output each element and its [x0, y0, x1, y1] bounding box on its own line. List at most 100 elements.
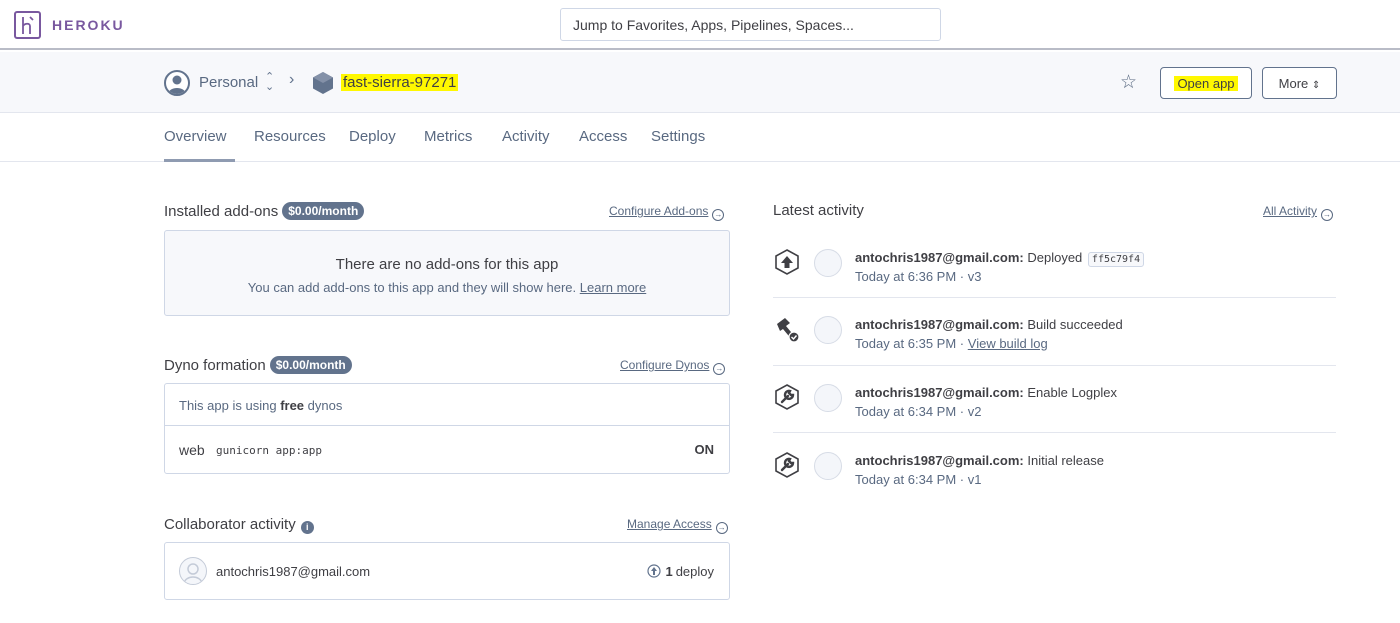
activity-text: antochris1987@gmail.com: Deployed ff5c79… [855, 250, 1145, 267]
avatar [179, 557, 207, 585]
dyno-usage-suffix: dynos [307, 398, 343, 413]
top-navbar: HEROKU [0, 0, 1400, 50]
release-icon [775, 384, 799, 410]
tab-deploy[interactable]: Deploy [349, 128, 396, 145]
dynos-price-badge: $0.00/month [269, 356, 352, 374]
configure-addons-link[interactable]: Configure Add-ons → [609, 204, 725, 221]
activity-text: antochris1987@gmail.com: Initial release [855, 453, 1104, 468]
activity-text: antochris1987@gmail.com: Build succeeded [855, 317, 1123, 332]
configure-dynos-link[interactable]: Configure Dynos → [620, 358, 726, 375]
collaborator-deploys: 1 deploy [647, 564, 714, 579]
dyno-usage-prefix: This app is using [179, 398, 277, 413]
collaborator-row: antochris1987@gmail.com 1 deploy [164, 542, 730, 600]
manage-access-label: Manage Access [627, 517, 712, 531]
tab-activity[interactable]: Activity [502, 128, 550, 145]
tab-metrics[interactable]: Metrics [424, 128, 472, 145]
deploy-count: 1 [665, 564, 673, 579]
favorite-star-icon[interactable]: ☆ [1120, 71, 1137, 94]
arrow-right-circle-icon: → [1321, 209, 1334, 221]
active-tab-indicator [164, 159, 235, 162]
addons-price-badge: $0.00/month [282, 202, 365, 220]
open-app-button[interactable]: Open app [1160, 67, 1252, 99]
more-label: More [1278, 75, 1309, 91]
addons-section-title: Installed add-ons $0.00/month [164, 202, 365, 220]
activity-text: antochris1987@gmail.com: Enable Logplex [855, 385, 1117, 400]
release-icon [775, 452, 799, 478]
activity-user: antochris1987@gmail.com: [855, 385, 1024, 400]
activity-timestamp: Today at 6:34 PM [855, 472, 957, 487]
all-activity-link[interactable]: All Activity → [1263, 204, 1334, 221]
space-switcher-label[interactable]: Personal [199, 74, 258, 91]
search-input[interactable] [560, 8, 941, 41]
activity-item: antochris1987@gmail.com: Deployed ff5c79… [773, 248, 1336, 298]
learn-more-link[interactable]: Learn more [580, 280, 646, 295]
chevron-updown-icon: ⇕ [1311, 79, 1321, 91]
more-button[interactable]: More ⇕ [1262, 67, 1337, 99]
addons-empty-subtitle: You can add add-ons to this app and they… [165, 280, 729, 295]
addons-title: Installed add-ons [164, 203, 279, 220]
all-activity-label: All Activity [1263, 204, 1318, 218]
activity-action: Initial release [1027, 453, 1104, 468]
deploy-label: deploy [675, 564, 714, 579]
activity-timestamp: Today at 6:35 PM [855, 336, 957, 351]
personal-avatar-icon [164, 70, 190, 96]
manage-access-link[interactable]: Manage Access → [627, 517, 728, 534]
dyno-formation-box: This app is using free dynos web gunicor… [164, 383, 730, 474]
activity-version: · v3 [959, 269, 982, 284]
app-header: Personal ⌃ ⌄ › fast-sierra-97271 ☆ Open a… [0, 52, 1400, 113]
activity-user: antochris1987@gmail.com: [855, 453, 1024, 468]
app-name[interactable]: fast-sierra-97271 [341, 74, 459, 91]
activity-action: Build succeeded [1027, 317, 1123, 332]
chevron-updown-icon[interactable]: ⌃ ⌄ [265, 72, 274, 93]
tab-settings[interactable]: Settings [651, 128, 705, 145]
tab-overview[interactable]: Overview [164, 128, 227, 145]
activity-timestamp: Today at 6:36 PM [855, 269, 957, 284]
activity-user: antochris1987@gmail.com: [855, 317, 1024, 332]
activity-time: Today at 6:34 PM · v1 [855, 472, 981, 487]
dyno-state: ON [694, 442, 715, 457]
addons-empty-state: There are no add-ons for this app You ca… [164, 230, 730, 316]
dyno-command: gunicorn app:app [216, 444, 322, 457]
dyno-process-type: web [179, 442, 205, 458]
arrow-right-circle-icon: → [712, 209, 725, 221]
activity-timestamp: Today at 6:34 PM [855, 404, 957, 419]
breadcrumb-chevron-icon: › [289, 71, 295, 88]
dynos-title: Dyno formation [164, 357, 266, 374]
configure-dynos-label: Configure Dynos [620, 358, 710, 372]
avatar [814, 452, 842, 480]
activity-item: antochris1987@gmail.com: Build succeeded… [773, 315, 1336, 366]
avatar [814, 249, 842, 277]
activity-version: · v2 [959, 404, 982, 419]
deploy-icon [647, 564, 662, 578]
activity-title: Latest activity [773, 202, 864, 219]
addons-empty-title: There are no add-ons for this app [335, 256, 559, 273]
commit-hash[interactable]: ff5c79f4 [1087, 252, 1145, 267]
activity-action: Deployed [1027, 250, 1083, 265]
activity-item: antochris1987@gmail.com: Enable Logplex … [773, 383, 1336, 433]
collaborator-email: antochris1987@gmail.com [216, 564, 371, 579]
activity-action: Enable Logplex [1027, 385, 1117, 400]
activity-version: · v1 [959, 472, 982, 487]
dyno-usage-type: free [280, 398, 305, 413]
collaborators-section-title: Collaborator activity i [164, 516, 314, 534]
arrow-right-circle-icon: → [715, 522, 728, 534]
arrow-right-circle-icon: → [713, 363, 726, 375]
app-hexagon-icon [313, 72, 333, 94]
activity-item: antochris1987@gmail.com: Initial release… [773, 451, 1336, 501]
heroku-logo-icon[interactable] [14, 11, 41, 39]
dynos-section-title: Dyno formation $0.00/month [164, 356, 352, 374]
avatar [814, 384, 842, 412]
build-icon [777, 318, 800, 343]
tab-access[interactable]: Access [579, 128, 627, 145]
dyno-usage-note: This app is using free dynos [165, 384, 729, 426]
view-build-log-link[interactable]: View build log [968, 336, 1048, 351]
activity-user: antochris1987@gmail.com: [855, 250, 1024, 265]
configure-addons-label: Configure Add-ons [609, 204, 709, 218]
info-icon[interactable]: i [300, 521, 314, 534]
collaborators-title: Collaborator activity [164, 516, 296, 533]
app-tabs: Overview Resources Deploy Metrics Activi… [0, 113, 1400, 162]
tab-resources[interactable]: Resources [254, 128, 326, 145]
brand-name[interactable]: HEROKU [52, 17, 125, 33]
addons-empty-text: You can add add-ons to this app and they… [247, 280, 577, 295]
deploy-icon [775, 249, 799, 275]
